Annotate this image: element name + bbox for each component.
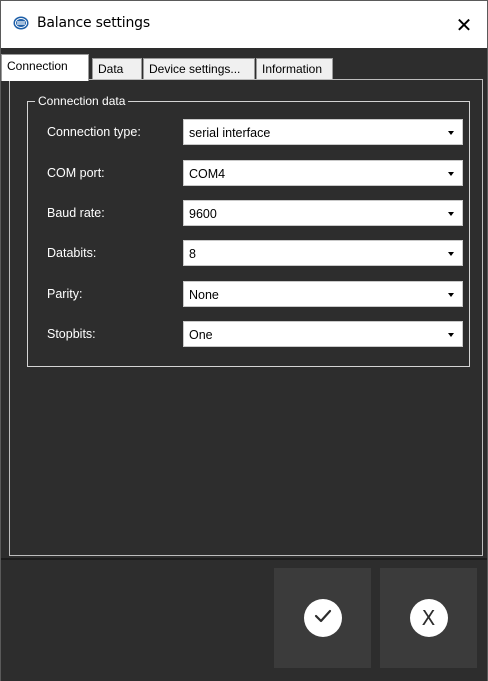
tab-strip: Connection Data Device settings... Infor… bbox=[1, 54, 487, 81]
baud-rate-dropdown[interactable]: 9600 bbox=[183, 200, 463, 226]
chevron-down-icon bbox=[448, 172, 454, 176]
pce-logo-icon bbox=[13, 16, 29, 30]
baud-rate-label: Baud rate: bbox=[47, 206, 105, 220]
chevron-down-icon bbox=[448, 252, 454, 256]
title-bar[interactable]: Balance settings ✕ bbox=[1, 1, 487, 48]
com-port-dropdown[interactable]: COM4 bbox=[183, 160, 463, 186]
databits-value: 8 bbox=[189, 247, 196, 261]
chevron-down-icon bbox=[448, 212, 454, 216]
com-port-value: COM4 bbox=[189, 167, 226, 181]
stopbits-value: One bbox=[189, 328, 213, 342]
x-icon: X bbox=[421, 606, 436, 630]
group-legend: Connection data bbox=[35, 94, 129, 108]
connection-type-dropdown[interactable]: serial interface bbox=[183, 119, 463, 145]
cancel-button[interactable]: X bbox=[380, 568, 477, 668]
cancel-button-circle: X bbox=[409, 599, 448, 637]
close-icon: ✕ bbox=[455, 12, 473, 37]
tab-data[interactable]: Data bbox=[92, 58, 142, 80]
chevron-down-icon bbox=[448, 131, 454, 135]
stopbits-dropdown[interactable]: One bbox=[183, 321, 463, 347]
baud-rate-value: 9600 bbox=[189, 207, 217, 221]
connection-type-label: Connection type: bbox=[47, 125, 141, 139]
balance-settings-window: Balance settings ✕ Connection Data Devic… bbox=[0, 0, 488, 681]
tab-information[interactable]: Information bbox=[256, 58, 333, 80]
parity-value: None bbox=[189, 288, 219, 302]
stopbits-label: Stopbits: bbox=[47, 327, 96, 341]
connection-type-value: serial interface bbox=[189, 126, 271, 140]
ok-button-circle bbox=[303, 599, 342, 637]
com-port-label: COM port: bbox=[47, 166, 105, 180]
databits-dropdown[interactable]: 8 bbox=[183, 240, 463, 266]
checkmark-icon bbox=[313, 608, 333, 629]
databits-label: Databits: bbox=[47, 246, 97, 260]
ok-button[interactable] bbox=[274, 568, 371, 668]
window-title: Balance settings bbox=[37, 15, 150, 31]
chevron-down-icon bbox=[448, 293, 454, 297]
close-button[interactable]: ✕ bbox=[441, 1, 487, 48]
parity-label: Parity: bbox=[47, 287, 83, 301]
tab-connection[interactable]: Connection bbox=[1, 54, 89, 81]
tab-device-settings[interactable]: Device settings... bbox=[143, 58, 255, 80]
parity-dropdown[interactable]: None bbox=[183, 281, 463, 307]
chevron-down-icon bbox=[448, 333, 454, 337]
